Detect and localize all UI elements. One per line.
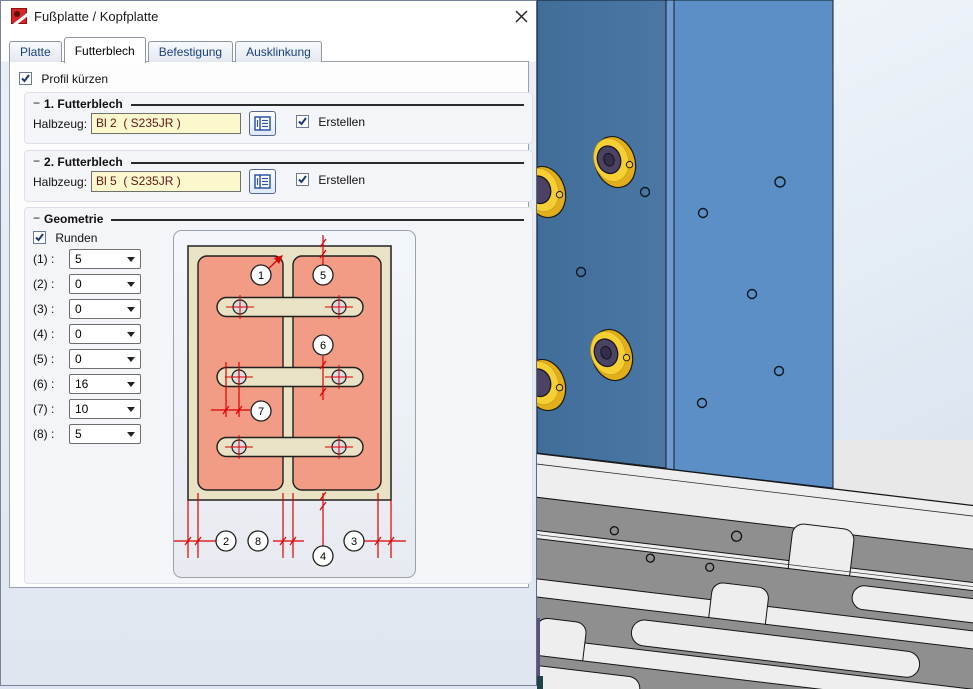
callout-1: 1 [258,270,264,282]
callout-8: 8 [255,536,261,548]
param-dropdown-3[interactable]: 0 [69,299,141,319]
halbzeug-label: Halbzeug: [33,175,87,189]
dropdown-arrow-icon [127,382,135,387]
callout-4: 4 [320,551,326,563]
profil-kuerzen-label: Profil kürzen [41,72,108,86]
param-value: 10 [75,402,88,416]
param-label-7: (7) : [33,402,54,416]
param-value: 0 [75,302,82,316]
group-title: 1. Futterblech [44,97,123,111]
tab-befestigung[interactable]: Befestigung [148,41,233,62]
dropdown-arrow-icon [127,407,135,412]
group-futterblech-1: − 1. Futterblech Halbzeug: Bl 2 ( S235JR… [24,92,533,144]
param-label-2: (2) : [33,277,54,291]
collapse-icon[interactable]: − [33,96,40,110]
param-value: 0 [75,352,82,366]
collapse-icon[interactable]: − [33,154,40,168]
checkmark-icon [34,232,45,243]
steel-plate-light [674,0,833,488]
erstellen-checkbox-2[interactable] [296,173,309,186]
param-value: 5 [75,427,82,441]
dropdown-arrow-icon [127,282,135,287]
profil-kuerzen-checkbox[interactable] [19,72,32,85]
callout-6: 6 [320,340,326,352]
teal-part-sliver [537,676,543,689]
catalog-table-icon [254,116,271,131]
checkmark-icon [20,73,31,84]
halbzeug-input-1[interactable]: Bl 2 ( S235JR ) [91,113,241,134]
group-futterblech-2: − 2. Futterblech Halbzeug: Bl 5 ( S235JR… [24,150,533,202]
tab-content-panel: Profil kürzen − 1. Futterblech Halbzeug:… [9,61,529,588]
collapse-icon[interactable]: − [33,211,40,225]
app-icon [11,8,27,24]
group-geometrie: − Geometrie Runden (1) : 5 (2) : 0 (3) :… [24,207,533,584]
param-label-1: (1) : [33,252,54,266]
halbzeug-catalog-button-2[interactable] [249,169,276,194]
window-title: Fußplatte / Kopfplatte [34,9,158,24]
dropdown-arrow-icon [127,257,135,262]
param-label-5: (5) : [33,352,54,366]
param-value: 16 [75,377,88,391]
purple-part-sliver [537,618,540,676]
param-label-6: (6) : [33,377,54,391]
param-dropdown-6[interactable]: 16 [69,374,141,394]
erstellen-label: Erstellen [318,173,365,187]
tab-platte[interactable]: Platte [9,41,62,62]
param-dropdown-1[interactable]: 5 [69,249,141,269]
group-rule [131,104,524,106]
dropdown-arrow-icon [127,432,135,437]
param-dropdown-2[interactable]: 0 [69,274,141,294]
halbzeug-label: Halbzeug: [33,117,87,131]
tab-bar: Platte Futterblech Befestigung Ausklinku… [9,37,324,62]
geometry-diagram: 1 5 6 7 2 8 4 3 [173,230,416,578]
param-value: 0 [75,277,82,291]
callout-5: 5 [320,270,326,282]
param-label-3: (3) : [33,302,54,316]
callout-7: 7 [258,406,264,418]
catalog-table-icon [254,174,271,189]
param-value: 5 [75,252,82,266]
param-dropdown-4[interactable]: 0 [69,324,141,344]
tab-ausklinkung[interactable]: Ausklinkung [235,41,322,62]
checkmark-icon [297,174,308,185]
group-title: 2. Futterblech [44,155,123,169]
callout-3: 3 [351,536,357,548]
param-dropdown-8[interactable]: 5 [69,424,141,444]
param-label-8: (8) : [33,427,54,441]
group-title: Geometrie [44,212,103,226]
close-icon [515,10,528,23]
dropdown-arrow-icon [127,307,135,312]
halbzeug-input-2[interactable]: Bl 5 ( S235JR ) [91,171,241,192]
dropdown-arrow-icon [127,332,135,337]
tab-futterblech[interactable]: Futterblech [64,37,146,63]
steel-plate-edge [666,0,674,470]
dropdown-arrow-icon [127,357,135,362]
param-dropdown-7[interactable]: 10 [69,399,141,419]
runden-checkbox[interactable] [33,231,46,244]
halbzeug-catalog-button-1[interactable] [249,111,276,136]
erstellen-checkbox-1[interactable] [296,115,309,128]
close-button[interactable] [510,7,532,26]
callout-2: 2 [223,536,229,548]
group-rule [111,219,524,221]
3d-viewport[interactable] [537,0,973,689]
erstellen-label: Erstellen [318,115,365,129]
titlebar[interactable]: Fußplatte / Kopfplatte [1,1,536,31]
param-dropdown-5[interactable]: 0 [69,349,141,369]
runden-label: Runden [55,231,97,245]
param-label-4: (4) : [33,327,54,341]
futterblech-dialog: Fußplatte / Kopfplatte Platte Futterblec… [0,0,537,686]
checkmark-icon [297,116,308,127]
param-value: 0 [75,327,82,341]
group-rule [131,162,524,164]
